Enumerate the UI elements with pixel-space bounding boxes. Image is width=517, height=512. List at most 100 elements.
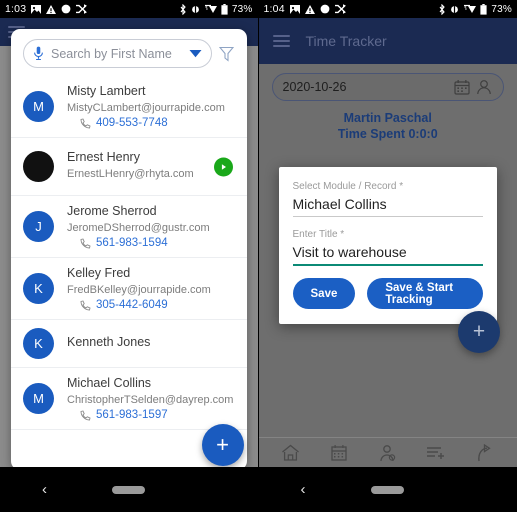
contact-phone[interactable]: 305-442-6049 — [67, 299, 235, 311]
hamburger-menu-icon[interactable] — [272, 32, 290, 50]
field-label: Select Module / Record * — [292, 181, 404, 192]
bluetooth-icon — [438, 3, 446, 15]
home-icon[interactable] — [280, 442, 301, 463]
table-row[interactable]: K Kenneth Jones — [11, 320, 247, 368]
avatar: K — [23, 328, 54, 359]
battery-percent: 73% — [231, 3, 253, 15]
contact-phone[interactable]: 561-983-1594 — [67, 237, 235, 249]
image-icon — [31, 4, 42, 14]
vibrate-icon — [190, 5, 201, 14]
phone-icon — [80, 299, 91, 311]
warning-icon — [304, 4, 315, 14]
home-pill-icon[interactable] — [112, 485, 146, 494]
search-placeholder: Search by First Name — [51, 46, 172, 61]
contact-info: Kenneth Jones — [67, 335, 235, 353]
circle-icon — [320, 4, 330, 14]
contact-name: Jerome Sherrod — [67, 204, 157, 218]
list-add-icon[interactable] — [426, 442, 447, 463]
contacts-list[interactable]: M Misty Lambert MistyCLambert@jourrapide.c… — [11, 76, 247, 470]
shuffle-icon — [334, 4, 346, 14]
save-and-start-tracking-button[interactable]: Save & Start Tracking — [367, 278, 483, 309]
contact-name: Michael Collins — [67, 376, 152, 390]
date-field[interactable]: 2020-10-26 — [271, 73, 504, 101]
field-label: Enter Title * — [292, 229, 345, 240]
status-time: 1:03 — [5, 3, 27, 15]
person-icon[interactable] — [377, 442, 398, 463]
search-bar: Search by First Name — [11, 29, 247, 74]
left-system-nav-bar: ‹ — [0, 467, 258, 512]
shuffle-icon — [76, 4, 88, 14]
contact-phone[interactable]: 409-553-7748 — [67, 117, 235, 129]
add-contact-fab[interactable]: + — [201, 424, 244, 466]
contact-info: Misty Lambert MistyCLambert@jourrapide.co… — [67, 84, 235, 129]
contact-name: Kelley Fred — [67, 266, 131, 280]
table-row[interactable]: K Kelley Fred FredBKelley@jourrapide.com 30… — [11, 258, 247, 320]
contact-phone-number: 561-983-1594 — [96, 237, 168, 249]
field-value[interactable]: Michael Collins — [292, 196, 483, 217]
circle-icon — [61, 4, 71, 14]
filter-funnel-icon[interactable] — [218, 46, 235, 62]
bottom-navigation — [258, 437, 517, 467]
add-entry-fab[interactable]: + — [458, 311, 500, 353]
calendar-icon[interactable] — [329, 442, 350, 463]
bluetooth-icon — [179, 3, 187, 15]
contact-name: Ernest Henry — [67, 150, 140, 164]
person-icon[interactable] — [476, 79, 493, 95]
contact-info: Ernest Henry ErnestLHenry@rhyta.com — [67, 150, 235, 183]
table-row[interactable]: Ernest Henry ErnestLHenry@rhyta.com — [11, 138, 247, 196]
left-body: Search by First Name M Misty Lambert Misty… — [0, 18, 258, 470]
module-record-field[interactable]: Select Module / Record * Michael Collins — [292, 181, 483, 217]
contact-name: Misty Lambert — [67, 84, 146, 98]
vibrate-icon — [449, 5, 460, 14]
right-content: 2020-10-26 Martin Paschal Time Spent 0:0… — [258, 64, 517, 437]
microphone-icon[interactable] — [33, 46, 44, 61]
battery-percent: 73% — [491, 3, 512, 15]
field-value[interactable]: Visit to warehouse — [292, 244, 483, 266]
back-chevron-icon[interactable]: ‹ — [301, 481, 306, 498]
phone-icon — [80, 409, 91, 421]
contact-email: ChristopherTSelden@dayrep.com — [67, 394, 234, 406]
add-entry-dialog: Select Module / Record * Michael Collins E… — [278, 167, 497, 324]
contact-email: FredBKelley@jourrapide.com — [67, 284, 211, 296]
warning-icon — [46, 4, 57, 14]
wifi-icon — [204, 4, 218, 14]
right-system-nav-bar: ‹ — [258, 467, 517, 512]
table-row[interactable]: M Michael Collins ChristopherTSelden@dayre… — [11, 368, 247, 430]
search-input[interactable]: Search by First Name — [23, 39, 212, 68]
right-app-bar: Time Tracker — [258, 18, 517, 64]
table-row[interactable]: M Misty Lambert MistyCLambert@jourrapide.c… — [11, 76, 247, 138]
table-row[interactable]: J Jerome Sherrod JeromeDSherrod@gustr.com 5… — [11, 196, 247, 258]
contact-info: Jerome Sherrod JeromeDSherrod@gustr.com 56… — [67, 204, 235, 249]
chevron-down-icon[interactable] — [189, 49, 202, 58]
battery-icon — [221, 3, 228, 15]
image-icon — [289, 4, 300, 14]
dialog-actions: Save Save & Start Tracking — [292, 278, 483, 309]
avatar: J — [23, 211, 54, 242]
status-time: 1:04 — [263, 3, 285, 15]
home-pill-icon[interactable] — [371, 485, 405, 494]
tracking-summary: Martin Paschal Time Spent 0:0:0 — [259, 110, 517, 142]
tracked-user-name: Martin Paschal — [343, 111, 432, 125]
contact-email: MistyCLambert@jourrapide.com — [67, 102, 225, 114]
contact-name: Kenneth Jones — [67, 334, 151, 349]
avatar: M — [23, 383, 54, 414]
battery-icon — [480, 3, 487, 15]
right-status-bar: 1:04 73% — [258, 0, 517, 18]
title-field[interactable]: Enter Title * Visit to warehouse — [292, 229, 483, 266]
left-phone-screen: 1:03 73% Search by First Name M Misty La… — [0, 0, 258, 512]
save-button[interactable]: Save — [292, 278, 356, 309]
contact-email: JeromeDSherrod@gustr.com — [67, 222, 210, 234]
contact-email: ErnestLHenry@rhyta.com — [67, 168, 194, 180]
calendar-icon[interactable] — [454, 79, 471, 95]
time-spent-label: Time Spent 0:0:0 — [337, 127, 438, 141]
back-chevron-icon[interactable]: ‹ — [42, 481, 47, 498]
dual-screenshot: 1:03 73% Search by First Name M Misty La… — [0, 0, 517, 512]
share-arrow-icon[interactable] — [474, 442, 495, 463]
avatar: K — [23, 273, 54, 304]
start-tracking-play-button[interactable] — [213, 157, 233, 176]
phone-icon — [80, 237, 91, 249]
avatar — [23, 151, 54, 182]
contact-phone-number: 561-983-1597 — [96, 409, 168, 421]
plus-icon: + — [216, 432, 229, 457]
contact-phone[interactable]: 561-983-1597 — [67, 409, 235, 421]
